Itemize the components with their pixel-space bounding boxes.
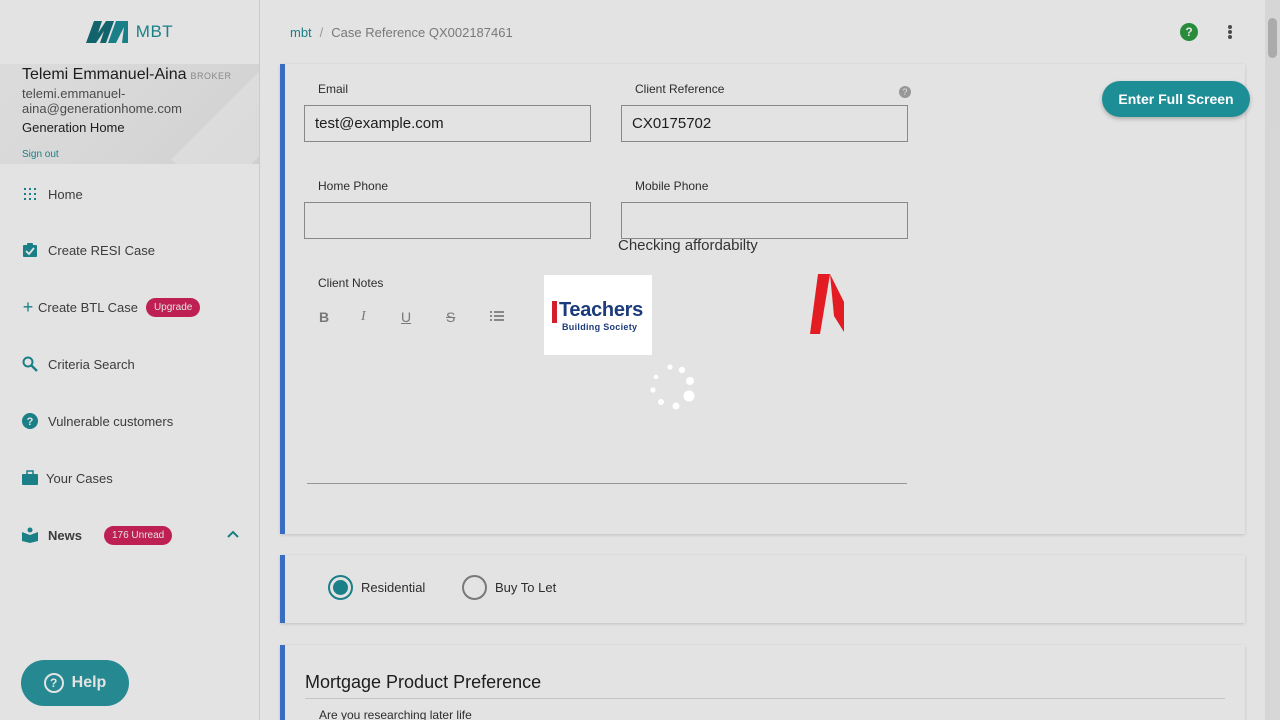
clipboard-check-icon bbox=[22, 242, 38, 258]
grid-icon bbox=[22, 186, 38, 202]
chevron-up-icon[interactable] bbox=[227, 526, 239, 541]
lender-name: Teachers bbox=[559, 298, 643, 321]
breadcrumb-root-link[interactable]: mbt bbox=[290, 25, 312, 40]
mobile-phone-field[interactable] bbox=[621, 202, 908, 239]
help-button[interactable]: ? Help bbox=[21, 660, 129, 706]
sidebar-item-home[interactable]: Home bbox=[22, 180, 83, 208]
lender-logo-red-mark bbox=[810, 274, 844, 334]
user-name: Telemi Emmanuel-Aina bbox=[22, 66, 187, 83]
user-card: Telemi Emmanuel-Aina BROKER telemi.emmanu… bbox=[0, 64, 259, 164]
sidebar-item-label: Your Cases bbox=[46, 470, 113, 486]
contact-details-card: Email test@example.com Client Reference … bbox=[280, 64, 1245, 534]
enter-full-screen-button[interactable]: Enter Full Screen bbox=[1102, 81, 1250, 117]
sidebar-item-vulnerable-customers[interactable]: ? Vulnerable customers bbox=[22, 407, 173, 435]
user-email-line1: telemi.emmanuel- bbox=[22, 86, 126, 101]
sidebar-item-label: Home bbox=[48, 186, 83, 202]
sign-out-link[interactable]: Sign out bbox=[22, 149, 59, 160]
breadcrumb-separator: / bbox=[319, 24, 324, 40]
sidebar-item-create-resi[interactable]: Create RESI Case bbox=[22, 236, 155, 264]
home-phone-label: Home Phone bbox=[318, 179, 389, 193]
case-type-card: Residential Buy To Let bbox=[280, 555, 1245, 623]
strikethrough-button[interactable]: S bbox=[446, 309, 455, 325]
upgrade-badge[interactable]: Upgrade bbox=[145, 297, 201, 317]
loading-message: Checking affordabilty bbox=[618, 237, 758, 254]
breadcrumb: mbt / Case Reference QX002187461 ? bbox=[260, 0, 1265, 64]
help-label: Help bbox=[71, 674, 107, 691]
sidebar: MBT Telemi Emmanuel-Aina BROKER telemi.em… bbox=[0, 0, 260, 720]
more-vertical-icon[interactable] bbox=[1225, 22, 1235, 42]
lender-logo-teachers: Teachers Building Society bbox=[544, 275, 652, 355]
product-preference-card: Mortgage Product Preference Are you rese… bbox=[280, 645, 1245, 720]
bold-button[interactable]: B bbox=[319, 309, 329, 325]
sidebar-item-news[interactable]: News 176 Unread bbox=[22, 521, 173, 549]
help-circle-icon[interactable]: ? bbox=[1180, 23, 1198, 41]
residential-label: Residential bbox=[361, 580, 426, 595]
briefcase-icon bbox=[22, 470, 38, 486]
sidebar-item-your-cases[interactable]: Your Cases bbox=[22, 464, 113, 492]
info-icon[interactable]: ? bbox=[899, 86, 911, 98]
sidebar-item-label: Criteria Search bbox=[48, 356, 135, 372]
lender-subtitle: Building Society bbox=[562, 321, 638, 332]
svg-text:?: ? bbox=[27, 416, 34, 428]
email-label: Email bbox=[318, 82, 349, 96]
user-email: telemi.emmanuel-aina@generationhome.com bbox=[22, 86, 237, 116]
client-reference-label: Client Reference bbox=[635, 82, 725, 96]
later-life-question: Are you researching later life bbox=[319, 708, 472, 720]
help-question-icon: ? bbox=[43, 673, 64, 693]
app-logo[interactable]: MBT bbox=[0, 0, 259, 64]
underline-button[interactable]: U bbox=[401, 309, 411, 325]
client-notes-label: Client Notes bbox=[318, 276, 384, 290]
user-role: BROKER bbox=[190, 71, 232, 81]
italic-button[interactable]: I bbox=[361, 309, 366, 325]
sidebar-item-label: News bbox=[48, 527, 82, 543]
teachers-logo-mark bbox=[552, 301, 557, 323]
loading-spinner-icon bbox=[650, 364, 695, 410]
buy-to-let-radio[interactable]: Buy To Let bbox=[462, 575, 556, 600]
sidebar-item-label: Vulnerable customers bbox=[48, 413, 174, 429]
radio-selected-icon bbox=[328, 575, 353, 600]
buy-to-let-label: Buy To Let bbox=[495, 580, 557, 595]
user-email-line2: aina@generationhome.com bbox=[22, 101, 182, 116]
client-notes-editor[interactable] bbox=[307, 339, 907, 484]
scrollbar-thumb[interactable] bbox=[1268, 18, 1277, 58]
scrollbar[interactable] bbox=[1265, 0, 1280, 720]
sidebar-item-criteria-search[interactable]: Criteria Search bbox=[22, 350, 135, 378]
email-field[interactable]: test@example.com bbox=[304, 105, 591, 142]
home-phone-field[interactable] bbox=[304, 202, 591, 239]
news-unread-badge: 176 Unread bbox=[103, 525, 173, 545]
question-circle-icon: ? bbox=[22, 413, 38, 429]
bullet-list-icon[interactable] bbox=[490, 309, 504, 325]
residential-radio[interactable]: Residential bbox=[328, 575, 425, 600]
sidebar-item-label: Create BTL Case bbox=[38, 299, 138, 315]
plus-icon: + bbox=[22, 297, 34, 317]
client-reference-field[interactable]: CX0175702 bbox=[621, 105, 908, 142]
radio-unselected-icon bbox=[462, 575, 487, 600]
sidebar-item-label: Create RESI Case bbox=[48, 242, 155, 258]
user-name-row: Telemi Emmanuel-Aina BROKER bbox=[22, 66, 237, 84]
breadcrumb-current: Case Reference QX002187461 bbox=[331, 24, 513, 40]
mbt-logo-icon bbox=[85, 21, 128, 43]
reader-icon bbox=[22, 527, 38, 543]
app-name: MBT bbox=[135, 22, 174, 41]
section-title: Mortgage Product Preference bbox=[305, 672, 542, 692]
mobile-phone-label: Mobile Phone bbox=[635, 179, 709, 193]
sidebar-item-create-btl[interactable]: + Create BTL Case Upgrade bbox=[22, 293, 201, 321]
section-divider bbox=[305, 698, 1225, 699]
search-icon bbox=[22, 356, 38, 372]
